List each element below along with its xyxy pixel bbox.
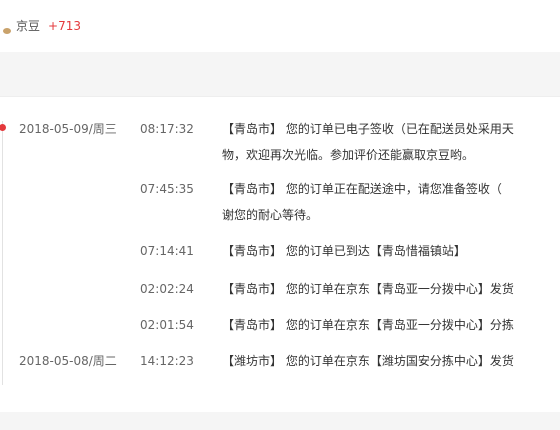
tracking-message: 【青岛市】 您的订单已电子签收（已在配送员处采用天	[222, 122, 514, 136]
page-footer-band	[0, 412, 560, 430]
reward-label: 京豆	[16, 19, 41, 33]
tracking-timeline: 2018-05-09/周三 08:17:32 【青岛市】 您的订单已电子签收（已…	[0, 96, 560, 413]
tracking-date: 2018-05-09/周三	[19, 122, 117, 136]
tracking-time: 02:02:24	[140, 282, 194, 296]
tracking-message: 【青岛市】 您的订单已到达【青岛惜福镇站】	[222, 244, 466, 258]
jingdou-bean-icon	[2, 22, 12, 34]
tracking-time: 08:17:32	[140, 122, 194, 136]
reward-amount: +713	[48, 19, 81, 33]
tracking-row: 07:14:41 【青岛市】 您的订单已到达【青岛惜福镇站】	[0, 239, 560, 267]
tracking-message: 【青岛市】 您的订单正在配送途中，请您准备签收（	[222, 182, 502, 196]
tracking-message-cont: 物，欢迎再次光临。参加评价还能赢取京豆哟。	[222, 148, 475, 162]
reward-info: 京豆 +713	[2, 16, 81, 36]
tracking-message: 【潍坊市】 您的订单在京东【潍坊国安分拣中心】发货	[222, 354, 514, 368]
tracking-time: 07:14:41	[140, 244, 194, 258]
tracking-date: 2018-05-08/周二	[19, 354, 117, 368]
tracking-row: 02:01:54 【青岛市】 您的订单在京东【青岛亚一分拨中心】分拣	[0, 313, 560, 341]
tracking-message: 【青岛市】 您的订单在京东【青岛亚一分拨中心】发货	[222, 282, 514, 296]
section-divider	[0, 52, 560, 96]
tracking-row: 02:02:24 【青岛市】 您的订单在京东【青岛亚一分拨中心】发货	[0, 277, 560, 305]
order-tracking-page: 京豆 +713 2018-05-09/周三 08:17:32 【青岛市】 您的订单…	[0, 0, 560, 430]
tracking-row: 2018-05-08/周二 14:12:23 【潍坊市】 您的订单在京东【潍坊国…	[0, 349, 560, 377]
tracking-time: 07:45:35	[140, 182, 194, 196]
tracking-time: 14:12:23	[140, 354, 194, 368]
tracking-message-cont: 谢您的耐心等待。	[222, 208, 319, 222]
tracking-message: 【青岛市】 您的订单在京东【青岛亚一分拨中心】分拣	[222, 318, 514, 332]
tracking-row: 2018-05-09/周三 08:17:32 【青岛市】 您的订单已电子签收（已…	[0, 117, 560, 162]
tracking-time: 02:01:54	[140, 318, 194, 332]
tracking-row: 07:45:35 【青岛市】 您的订单正在配送途中，请您准备签收（ 谢您的耐心等…	[0, 177, 560, 222]
reward-bar: 京豆 +713	[0, 0, 560, 52]
